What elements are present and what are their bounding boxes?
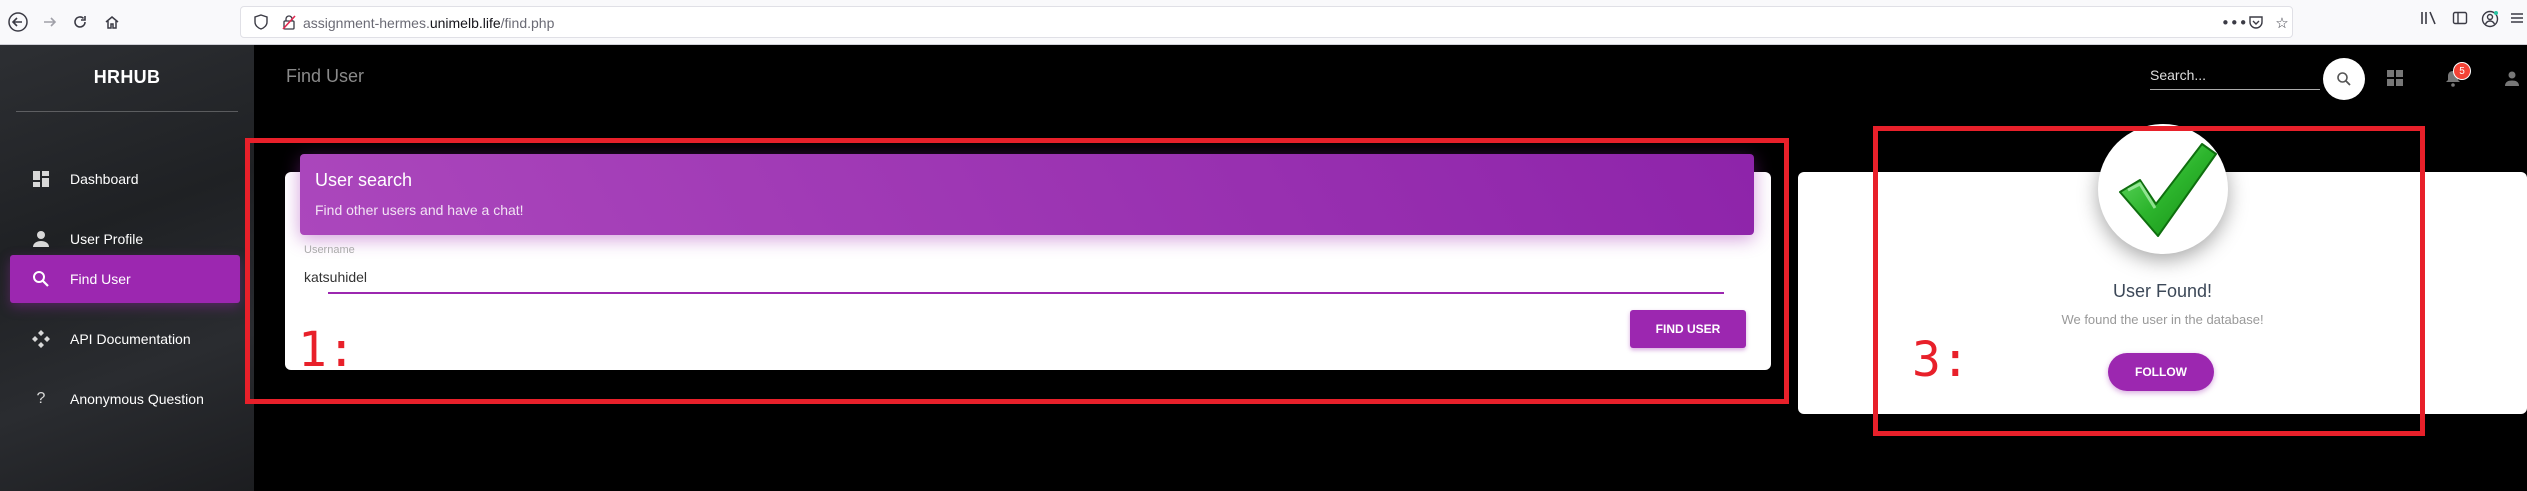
url-text: assignment-hermes.unimelb.life/find.php (303, 15, 555, 31)
apps-grid-icon[interactable] (2383, 66, 2407, 90)
pocket-icon[interactable] (2247, 14, 2265, 32)
annotation-box-3 (1873, 126, 2425, 436)
library-icon[interactable] (2418, 10, 2440, 32)
insecure-lock-icon[interactable] (281, 14, 297, 30)
api-icon (30, 328, 52, 350)
sidebar-item-api-documentation[interactable]: API Documentation (10, 315, 240, 363)
page-title: Find User (286, 66, 365, 86)
sidebar: HRHUB Dashboard User Profile Find User A… (0, 45, 254, 491)
tracking-shield-icon[interactable] (253, 14, 269, 30)
sidebar-item-find-user[interactable]: Find User (10, 255, 240, 303)
sidebar-toggle-icon[interactable] (2449, 10, 2471, 32)
back-icon[interactable] (4, 8, 32, 36)
user-menu-icon[interactable] (2500, 66, 2524, 90)
sidebar-item-label: Dashboard (70, 171, 139, 187)
search-button[interactable] (2323, 58, 2365, 100)
bookmark-star-icon[interactable]: ☆ (2273, 14, 2291, 32)
more-actions-icon[interactable]: ••• (2221, 14, 2248, 32)
sidebar-item-dashboard[interactable]: Dashboard (10, 155, 240, 203)
sidebar-item-anonymous-question[interactable]: ? Anonymous Question (10, 375, 240, 423)
search-icon (2337, 72, 2351, 86)
dashboard-icon (30, 168, 52, 190)
sidebar-item-label: Find User (70, 271, 131, 287)
sidebar-item-label: Anonymous Question (70, 391, 204, 407)
forward-icon[interactable] (36, 8, 64, 36)
divider (16, 111, 238, 112)
search-icon (30, 268, 52, 290)
person-icon (30, 228, 52, 250)
annotation-label-1: 1: (298, 322, 356, 378)
sidebar-item-label: User Profile (70, 231, 144, 247)
home-icon[interactable] (98, 8, 126, 36)
sidebar-item-label: API Documentation (70, 331, 191, 347)
search-input[interactable] (2150, 60, 2320, 90)
menu-icon[interactable] (2506, 10, 2527, 32)
browser-toolbar: assignment-hermes.unimelb.life/find.php … (0, 0, 2527, 45)
annotation-box-1 (245, 138, 1789, 404)
notification-badge: 5 (2453, 62, 2471, 80)
address-bar[interactable]: assignment-hermes.unimelb.life/find.php … (240, 6, 2293, 38)
reload-icon[interactable] (66, 8, 94, 36)
brand-logo-text[interactable]: HRHUB (0, 67, 254, 88)
annotation-label-3: 3: (1912, 332, 1970, 388)
account-icon[interactable] (2479, 10, 2501, 32)
question-icon: ? (36, 390, 46, 407)
